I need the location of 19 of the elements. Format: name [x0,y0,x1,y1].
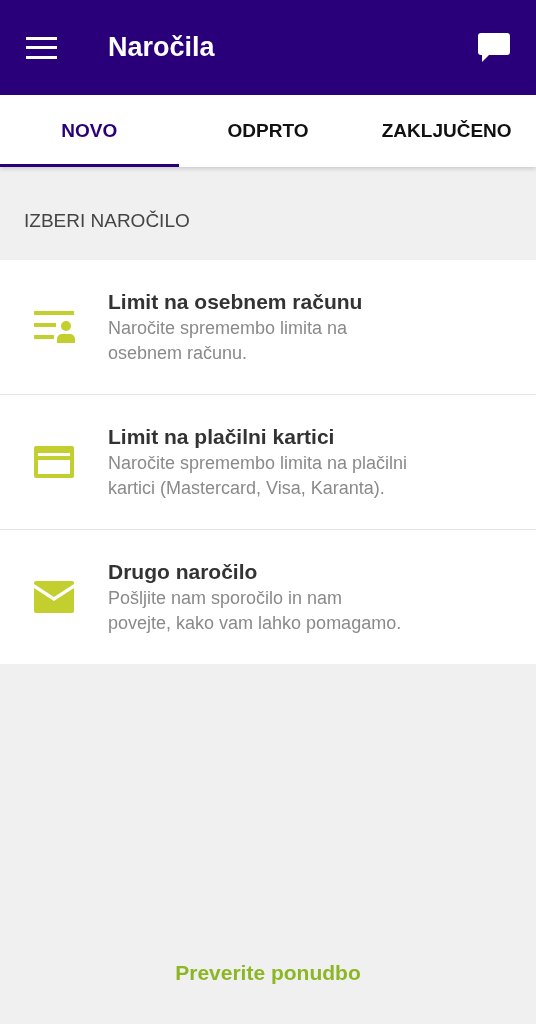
tab[interactable]: NOVO [0,95,179,167]
tab[interactable]: ODPRTO [178,95,358,167]
option-description: Pošljite nam sporočilo in nam povejte, kako vam lahko pomagamo. [108,586,403,635]
tab[interactable]: ZAKLJUČENO [357,95,536,167]
option-description: Naročite spremembo limita na osebnem računu. [108,316,349,365]
menu-icon[interactable] [26,36,57,59]
credit-card-icon [34,445,74,478]
chat-icon[interactable] [478,33,510,62]
option-title: Drugo naročilo [108,558,259,585]
id-card-icon [33,310,75,343]
order-option[interactable]: Limit na plačilni kartici Naročite spremembo limita na plačilni kartici (Mastercard, Visa, Karanta). [0,393,536,529]
order-option[interactable]: Drugo naročilo Pošljite nam sporočilo in nam povejte, kako vam lahko pomagamo. [0,528,536,664]
order-option[interactable]: Limit na osebnem računu Naročite spremembo limita na osebnem računu. [0,259,536,394]
option-title: Limit na plačilni kartici [108,423,336,450]
screen-title: Naročila [108,31,216,65]
option-description: Naročite spremembo limita na plačilni kartici (Mastercard, Visa, Karanta). [108,451,408,500]
section-heading: IZBERI NAROČILO [23,209,191,233]
envelope-icon [34,580,74,613]
option-title: Limit na osebnem računu [108,288,364,315]
